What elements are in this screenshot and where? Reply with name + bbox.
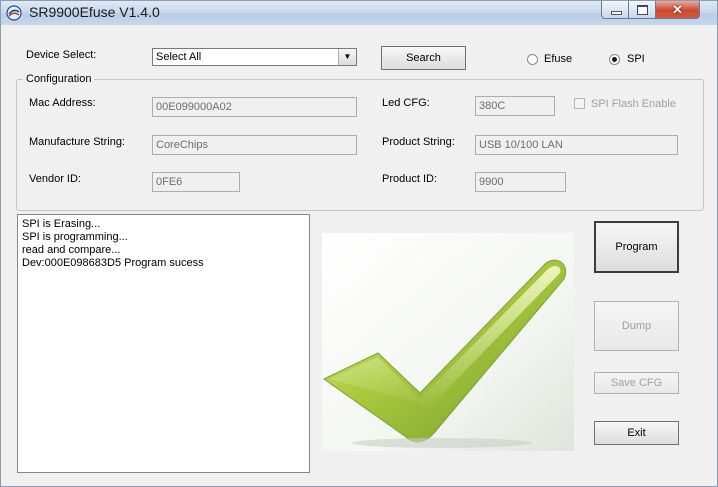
maximize-icon: [637, 5, 648, 15]
spi-radio[interactable]: [609, 54, 620, 65]
product-string-label: Product String:: [382, 136, 455, 148]
save-cfg-button-label: Save CFG: [610, 377, 663, 389]
close-icon: ✕: [672, 2, 683, 17]
spi-flash-enable-checkbox[interactable]: [574, 98, 585, 109]
product-id-field[interactable]: 9900: [475, 172, 566, 192]
manufacture-string-field[interactable]: CoreChips: [152, 135, 357, 155]
exit-button-label: Exit: [627, 427, 646, 439]
main-window: SR9900Efuse V1.4.0 ✕ Device Select: Sele…: [0, 0, 718, 487]
spi-flash-enable-label: SPI Flash Enable: [591, 98, 676, 110]
vendor-id-field[interactable]: 0FE6: [152, 172, 240, 192]
title-bar[interactable]: SR9900Efuse V1.4.0 ✕: [1, 1, 717, 25]
mac-address-field[interactable]: 00E099000A02: [152, 97, 357, 117]
log-line: read and compare...: [22, 244, 121, 256]
device-select-value: Select All: [156, 51, 202, 63]
dump-button-label: Dump: [621, 320, 652, 332]
search-button-label: Search: [406, 52, 441, 64]
close-button[interactable]: ✕: [656, 1, 700, 19]
minimize-icon: [611, 11, 622, 15]
vendor-id-label: Vendor ID:: [29, 173, 81, 185]
search-button[interactable]: Search: [381, 46, 466, 70]
success-checkmark-image: [322, 233, 574, 451]
led-cfg-label: Led CFG:: [382, 97, 430, 109]
save-cfg-button[interactable]: Save CFG: [594, 372, 679, 394]
configuration-title: Configuration: [23, 73, 95, 85]
product-string-field[interactable]: USB 10/100 LAN: [475, 135, 678, 155]
app-icon: [6, 5, 22, 21]
maximize-button[interactable]: [629, 1, 656, 19]
log-line: SPI is programming...: [22, 231, 128, 243]
dump-button[interactable]: Dump: [594, 301, 679, 351]
log-line: SPI is Erasing...: [22, 218, 101, 230]
exit-button[interactable]: Exit: [594, 421, 679, 445]
manufacture-string-label: Manufacture String:: [29, 136, 125, 148]
product-id-label: Product ID:: [382, 173, 438, 185]
log-line: Dev:000E098683D5 Program sucess: [22, 257, 204, 269]
device-select-label: Device Select:: [26, 49, 97, 61]
spi-radio-label[interactable]: SPI: [627, 53, 645, 65]
mac-address-label: Mac Address:: [29, 97, 96, 109]
log-output[interactable]: SPI is Erasing... SPI is programming... …: [17, 214, 310, 473]
chevron-down-icon[interactable]: ▼: [338, 49, 356, 65]
device-select-dropdown[interactable]: Select All ▼: [152, 48, 357, 66]
efuse-radio[interactable]: [527, 54, 538, 65]
minimize-button[interactable]: [601, 1, 629, 19]
window-title: SR9900Efuse V1.4.0: [29, 4, 160, 20]
led-cfg-field[interactable]: 380C: [475, 96, 555, 116]
efuse-radio-label[interactable]: Efuse: [544, 53, 572, 65]
program-button[interactable]: Program: [594, 221, 679, 273]
program-button-label: Program: [615, 241, 658, 253]
